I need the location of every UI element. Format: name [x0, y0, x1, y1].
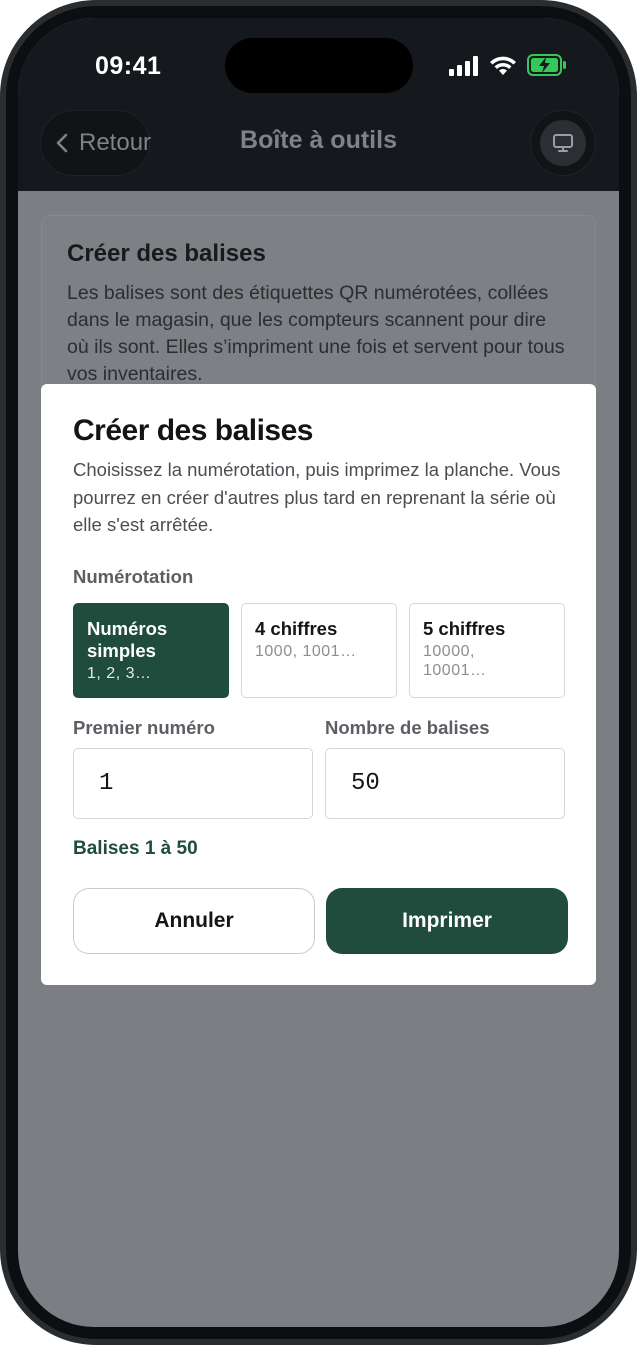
battery-charging-icon [527, 54, 566, 76]
screen: 09:41 Retour Boîte à outils Créer des ba… [18, 18, 619, 1327]
signal-icon [449, 56, 478, 76]
status-time: 09:41 [95, 52, 162, 80]
first-number-input[interactable]: 1 [73, 748, 313, 819]
numbering-label: Numérotation [73, 566, 194, 587]
top-bar: 09:41 Retour Boîte à outils [18, 18, 619, 191]
print-button[interactable]: Imprimer [326, 888, 568, 954]
range-summary: Balises 1 à 50 [73, 838, 198, 859]
toolbox-card-body: Les balises sont des étiquettes QR numér… [67, 282, 565, 385]
phone-frame: 09:41 Retour Boîte à outils Créer des ba… [0, 0, 637, 1345]
display-button-ring [540, 120, 586, 166]
numbering-option-simple[interactable]: Numéros simples 1, 2, 3… [73, 603, 229, 698]
numbering-option-4-digits[interactable]: 4 chiffres 1000, 1001… [241, 603, 397, 698]
wifi-icon [490, 56, 516, 75]
option-example: 10000, 10001… [423, 643, 487, 679]
option-example: 1000, 1001… [255, 643, 357, 660]
option-title: 5 chiffres [423, 618, 506, 639]
count-input[interactable]: 50 [325, 748, 565, 819]
cancel-button[interactable]: Annuler [73, 888, 315, 954]
count-label: Nombre de balises [325, 717, 490, 738]
dialog-description: Choisissez la numérotation, puis imprime… [73, 459, 561, 535]
option-example: 1, 2, 3… [87, 665, 152, 682]
option-title: Numéros simples [87, 618, 168, 661]
create-beacons-dialog: Créer des balises Choisissez la numérota… [41, 384, 596, 985]
dynamic-island [225, 38, 413, 93]
toolbox-card-title: Créer des balises [67, 240, 266, 267]
monitor-icon [553, 134, 573, 152]
numbering-option-5-digits[interactable]: 5 chiffres 10000, 10001… [409, 603, 565, 698]
first-number-label: Premier numéro [73, 717, 215, 738]
dialog-title: Créer des balises [73, 414, 313, 447]
page-title: Boîte à outils [240, 126, 397, 154]
display-button[interactable] [530, 110, 596, 176]
option-title: 4 chiffres [255, 618, 338, 639]
